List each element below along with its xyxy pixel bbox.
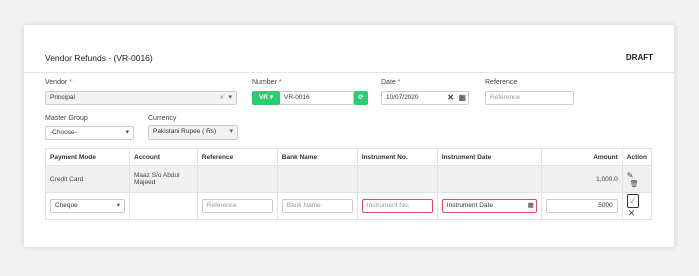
save-row-button[interactable]: ✓ <box>626 193 639 208</box>
amount-input[interactable]: 5000 <box>545 199 618 213</box>
cell-amount: 1,000.0 <box>540 165 623 193</box>
payment-mode-select[interactable]: Cheque ▾ <box>50 199 125 213</box>
cell-reference-input: Reference <box>196 192 278 220</box>
cell-bank-name <box>276 165 358 193</box>
clear-date-icon[interactable]: ✕ <box>447 92 454 104</box>
date-input[interactable]: 10/07/2020 ✕ ▦ <box>381 91 469 105</box>
cell-account-empty <box>129 192 198 220</box>
col-bank-name: Bank Name <box>276 148 358 166</box>
col-instrument-date: Instrument Date <box>436 148 542 166</box>
cell-actions: ✎ 🗑 <box>621 165 653 193</box>
chevron-down-icon: ▾ <box>116 202 120 209</box>
clear-icon[interactable]: × <box>219 92 224 104</box>
reference-label: Reference <box>485 79 518 86</box>
cell-instrument-date-input: Instrument Date ▦ <box>436 192 542 220</box>
cell-payment-mode: Credit Card <box>45 165 130 193</box>
edit-icon[interactable]: ✎ <box>627 171 634 180</box>
number-prefix-dropdown[interactable]: VR ▾ <box>252 91 280 105</box>
reference-input[interactable]: Reference <box>485 91 574 105</box>
currency-label: Currency <box>148 115 177 122</box>
calendar-icon[interactable]: ▦ <box>458 92 466 104</box>
instrument-date-input[interactable]: Instrument Date ▦ <box>441 199 537 213</box>
check-icon: ✓ <box>628 195 637 206</box>
col-amount: Amount <box>540 148 623 166</box>
instrument-no-input[interactable]: Instrument No. <box>361 199 433 213</box>
date-label: Date * <box>381 79 401 86</box>
cell-account: Maaz S/o Abdul Majeed <box>129 165 198 193</box>
cell-payment-mode-input: Cheque ▾ <box>45 192 130 220</box>
col-action: Action <box>621 148 653 166</box>
row-reference-input[interactable]: Reference <box>201 199 273 213</box>
number-label: Number * <box>252 79 282 86</box>
col-reference: Reference <box>196 148 278 166</box>
delete-icon[interactable]: 🗑 <box>630 181 639 188</box>
instrument-date-placeholder: Instrument Date <box>446 202 494 209</box>
vendor-value: Principal <box>50 94 75 101</box>
master-group-label: Master Group <box>45 115 88 122</box>
vendor-refund-card: Vendor Refunds - (VR-0016) DRAFT Vendor … <box>24 25 674 247</box>
vendor-label: Vendor * <box>45 79 72 86</box>
cell-instrument-no <box>356 165 438 193</box>
cell-instrument-no-input: Instrument No. <box>356 192 438 220</box>
cell-row-actions: ✓ ✕ <box>621 192 653 220</box>
refresh-button[interactable]: ⟳ <box>354 91 368 105</box>
col-payment-mode: Payment Mode <box>45 148 130 166</box>
status-badge: DRAFT <box>625 53 653 62</box>
date-value: 10/07/2020 <box>386 94 419 101</box>
divider <box>24 72 674 73</box>
currency-select[interactable]: Pakistani Rupee ( Rs) <box>148 125 238 140</box>
col-account: Account <box>129 148 198 166</box>
cell-bank-input: Bank Name <box>276 192 358 220</box>
new-row: Cheque ▾ Reference Bank Name Instrument … <box>45 192 653 220</box>
vendor-select[interactable]: Principal × <box>45 91 237 105</box>
col-instrument-no: Instrument No. <box>356 148 438 166</box>
refresh-icon: ⟳ <box>358 94 364 101</box>
cell-amount-input: 5000 <box>540 192 623 220</box>
calendar-icon[interactable]: ▦ <box>528 200 534 212</box>
payments-table: Payment Mode Account Reference Bank Name… <box>45 148 653 220</box>
page-title: Vendor Refunds - (VR-0016) <box>45 53 153 63</box>
master-group-select[interactable]: -Choose- <box>45 126 134 140</box>
cancel-row-icon[interactable]: ✕ <box>628 208 636 218</box>
table-row: Credit Card Maaz S/o Abdul Majeed 1,000.… <box>45 165 653 193</box>
table-header-row: Payment Mode Account Reference Bank Name… <box>45 148 653 166</box>
payment-mode-value: Cheque <box>55 202 78 209</box>
bank-name-input[interactable]: Bank Name <box>281 199 353 213</box>
cell-reference <box>196 165 278 193</box>
number-input[interactable]: VR-0016 <box>280 91 354 105</box>
cell-instrument-date <box>436 165 542 193</box>
